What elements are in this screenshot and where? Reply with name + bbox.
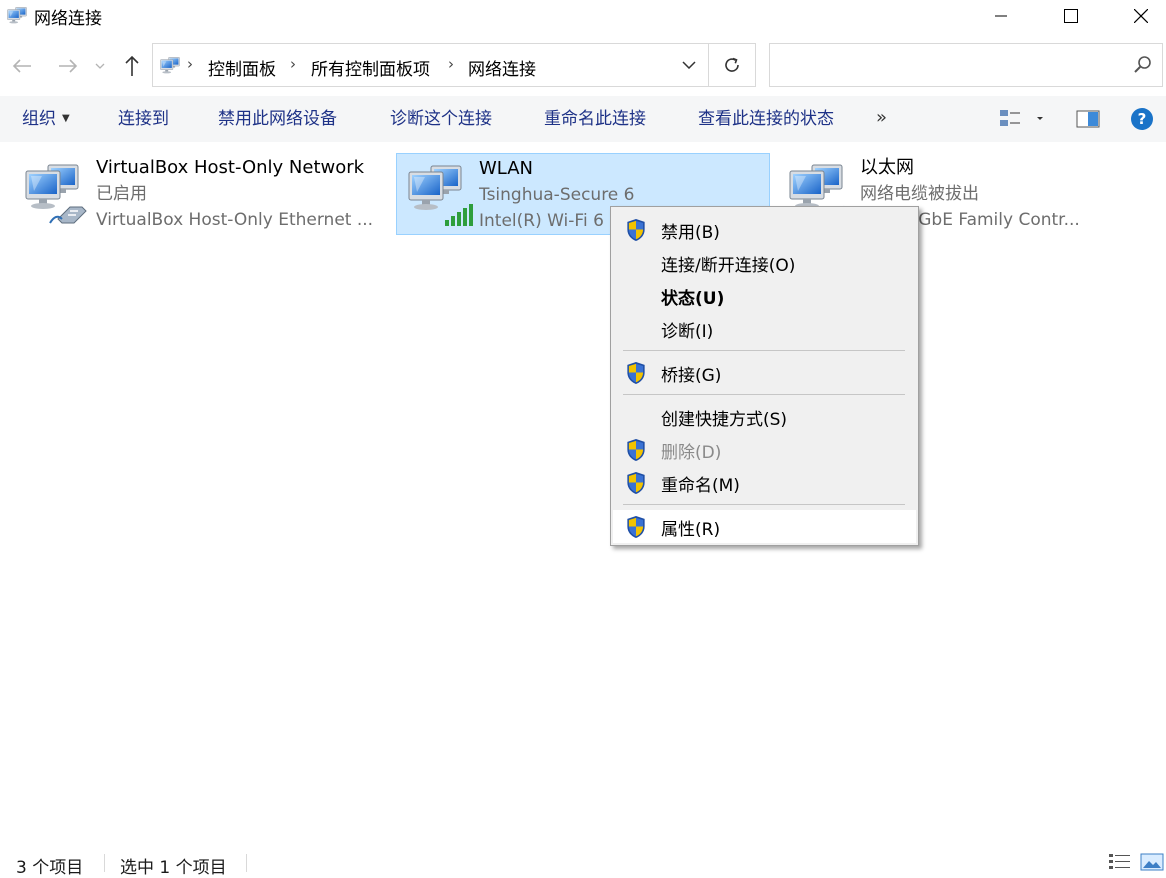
menu-label: 禁用(B) <box>661 223 720 243</box>
disable-device-button[interactable]: 禁用此网络设备 <box>218 96 337 142</box>
title-bar: 网络连接 <box>0 0 1166 32</box>
item-text: VirtualBox Host-Only Network 已启用 Virtual… <box>96 155 384 233</box>
menu-label: 桥接(G) <box>661 366 722 386</box>
view-options-icon <box>1000 110 1043 126</box>
maximize-icon <box>1064 9 1078 23</box>
chevron-down-icon <box>682 61 696 69</box>
view-status-button[interactable]: 查看此连接的状态 <box>698 96 834 142</box>
connect-to-button[interactable]: 连接到 <box>118 96 169 142</box>
item-name: WLAN <box>479 158 534 179</box>
back-button[interactable] <box>8 52 36 80</box>
diagnose-button[interactable]: 诊断这个连接 <box>390 96 492 142</box>
preview-pane-button[interactable] <box>1076 109 1100 129</box>
recent-locations-button[interactable] <box>88 52 112 80</box>
maximize-button[interactable] <box>1048 0 1094 32</box>
window-title: 网络连接 <box>34 9 102 29</box>
item-status: 网络电缆被拔出 <box>860 184 979 204</box>
menu-separator <box>623 394 905 395</box>
menu-item-diagnose[interactable]: 诊断(I) <box>613 312 916 345</box>
menu-item-bridge[interactable]: 桥接(G) <box>613 356 916 389</box>
search-input[interactable] <box>778 52 1122 80</box>
breadcrumb-all-items[interactable]: 所有控制面板项 <box>311 55 430 80</box>
menu-label: 连接/断开连接(O) <box>661 256 796 276</box>
refresh-button[interactable] <box>709 44 755 86</box>
refresh-icon <box>725 57 739 72</box>
menu-label: 创建快捷方式(S) <box>661 410 788 430</box>
wifi-adapter-icon <box>403 158 475 230</box>
menu-label: 重命名(M) <box>661 476 740 496</box>
status-divider <box>246 854 247 872</box>
menu-separator <box>623 350 905 351</box>
uac-shield-icon <box>627 218 645 242</box>
preview-pane-icon <box>1076 110 1100 128</box>
chevron-down-icon <box>95 63 105 69</box>
minimize-button[interactable] <box>978 0 1024 32</box>
help-button[interactable]: ? <box>1130 107 1154 131</box>
large-icons-view-button[interactable] <box>1140 852 1164 872</box>
item-count: 3 个项目 <box>16 858 84 878</box>
menu-item-connect-disconnect[interactable]: 连接/断开连接(O) <box>613 246 916 279</box>
organize-menu[interactable]: 组织 ▼ <box>22 96 70 142</box>
address-dropdown-button[interactable] <box>671 44 707 86</box>
network-item-virtualbox[interactable]: VirtualBox Host-Only Network 已启用 Virtual… <box>14 153 388 235</box>
menu-label: 诊断(I) <box>661 322 714 342</box>
menu-item-delete: 删除(D) <box>613 433 916 466</box>
menu-item-rename[interactable]: 重命名(M) <box>613 466 916 499</box>
search-icon[interactable] <box>1132 54 1154 76</box>
menu-label: 删除(D) <box>661 443 722 463</box>
organize-label: 组织 <box>22 109 56 129</box>
context-menu: 禁用(B) 连接/断开连接(O) 状态(U) 诊断(I) 桥接(G) 创建快捷方… <box>610 206 919 546</box>
close-button[interactable] <box>1118 0 1164 32</box>
breadcrumb-separator: › <box>290 55 296 73</box>
status-divider <box>104 854 105 872</box>
more-commands-button[interactable]: » <box>876 96 887 142</box>
uac-shield-icon <box>627 361 645 385</box>
change-view-button[interactable] <box>998 108 1044 130</box>
forward-button[interactable] <box>54 52 82 80</box>
network-connections-icon <box>6 4 28 26</box>
menu-separator <box>623 504 905 505</box>
command-bar: 组织 ▼ 连接到 禁用此网络设备 诊断这个连接 重命名此连接 查看此连接的状态 »… <box>0 96 1166 142</box>
rename-button[interactable]: 重命名此连接 <box>544 96 646 142</box>
control-panel-icon <box>159 54 181 76</box>
item-name: 以太网 <box>860 157 914 178</box>
item-status: 已启用 <box>96 184 147 204</box>
svg-text:?: ? <box>1138 110 1147 128</box>
minimize-icon <box>995 15 1007 17</box>
arrow-left-icon <box>12 59 31 73</box>
uac-shield-icon <box>627 438 645 462</box>
item-status: Tsinghua-Secure 6 <box>479 185 635 205</box>
breadcrumb-separator: › <box>187 55 193 73</box>
breadcrumb-network-connections[interactable]: 网络连接 <box>468 55 536 80</box>
search-box[interactable] <box>769 43 1163 87</box>
details-view-button[interactable] <box>1108 852 1132 872</box>
network-adapter-icon <box>20 157 92 229</box>
menu-item-properties[interactable]: 属性(R) <box>613 510 916 543</box>
breadcrumb-control-panel[interactable]: 控制面板 <box>208 55 276 80</box>
breadcrumb-separator: › <box>448 55 454 73</box>
item-device: VirtualBox Host-Only Ethernet ... <box>96 210 374 230</box>
selected-count: 选中 1 个项目 <box>120 858 227 878</box>
caret-down-icon: ▼ <box>62 113 70 124</box>
menu-label: 状态(U) <box>661 289 725 309</box>
item-name: VirtualBox Host-Only Network <box>96 157 365 178</box>
status-bar: 3 个项目 选中 1 个项目 <box>0 846 1166 878</box>
details-view-icon <box>1109 854 1130 869</box>
menu-item-disable[interactable]: 禁用(B) <box>613 213 916 246</box>
menu-label: 属性(R) <box>661 520 721 540</box>
menu-item-status[interactable]: 状态(U) <box>613 279 916 312</box>
menu-item-create-shortcut[interactable]: 创建快捷方式(S) <box>613 400 916 433</box>
arrow-up-icon <box>125 55 139 76</box>
close-icon <box>1134 9 1148 23</box>
large-icons-view-icon <box>1140 853 1164 871</box>
up-button[interactable] <box>118 52 146 80</box>
uac-shield-icon <box>627 471 645 495</box>
address-bar[interactable]: › 控制面板 › 所有控制面板项 › 网络连接 <box>152 43 756 87</box>
arrow-right-icon <box>59 59 78 73</box>
uac-shield-icon <box>627 515 645 539</box>
help-icon: ? <box>1131 108 1153 130</box>
